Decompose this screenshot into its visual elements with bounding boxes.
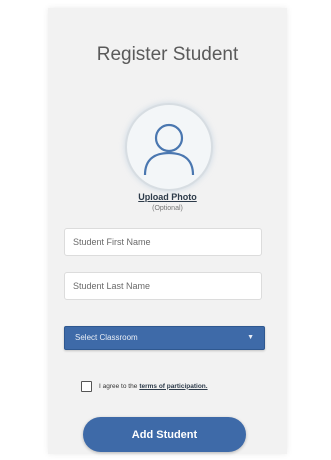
- classroom-select-value: Select Classroom: [75, 333, 138, 342]
- terms-checkbox[interactable]: [81, 380, 92, 392]
- terms-agreement: I agree to the terms of participation.: [81, 379, 208, 393]
- last-name-input[interactable]: [64, 272, 262, 300]
- user-silhouette-icon: [143, 123, 195, 176]
- register-card: Register Student Upload Photo (Optional)…: [48, 8, 287, 454]
- avatar-upload[interactable]: [125, 103, 213, 191]
- terms-agree-text: I agree to the: [99, 382, 138, 390]
- terms-link[interactable]: terms of participation.: [139, 383, 207, 390]
- chevron-down-icon: ▼: [247, 334, 254, 341]
- add-student-button[interactable]: Add Student: [83, 417, 246, 452]
- optional-label: (Optional): [152, 205, 183, 212]
- page-title: Register Student: [96, 44, 239, 65]
- classroom-select[interactable]: Select Classroom ▼: [64, 326, 265, 350]
- first-name-input[interactable]: [64, 228, 262, 256]
- upload-photo-link[interactable]: Upload Photo: [48, 192, 287, 202]
